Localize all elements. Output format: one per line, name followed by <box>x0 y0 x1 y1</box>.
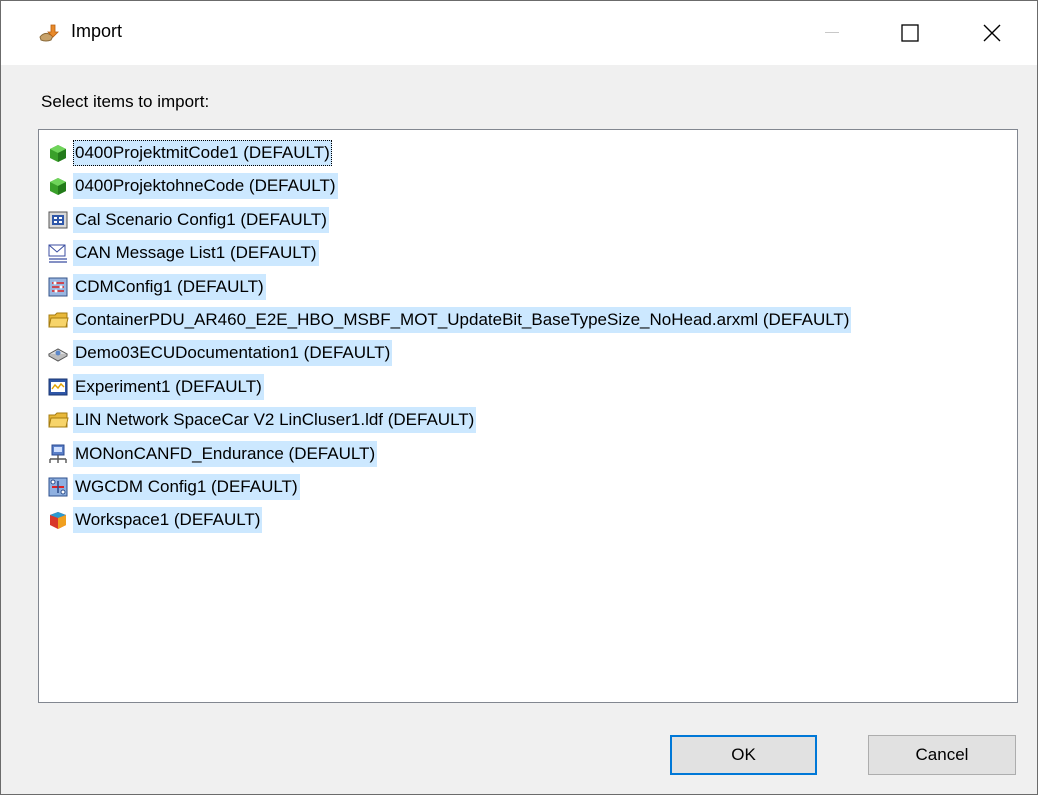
list-item[interactable]: LIN Network SpaceCar V2 LinCluser1.ldf (… <box>47 405 477 435</box>
list-item[interactable]: WGCDM Config1 (DEFAULT) <box>47 472 300 502</box>
maximize-button[interactable] <box>879 1 941 65</box>
import-icon <box>37 23 59 45</box>
project-icon <box>47 142 69 164</box>
list-item-label: LIN Network SpaceCar V2 LinCluser1.ldf (… <box>73 407 477 434</box>
import-items-list[interactable]: 0400ProjektmitCode1 (DEFAULT) 0400Projekt… <box>38 129 1018 703</box>
list-item-label: CDMConfig1 (DEFAULT) <box>73 273 266 300</box>
window-title: Import <box>71 21 123 41</box>
message-list-icon <box>47 242 69 264</box>
list-item[interactable]: Workspace1 (DEFAULT) <box>47 505 263 535</box>
network-icon <box>47 443 69 465</box>
list-item[interactable]: Experiment1 (DEFAULT) <box>47 372 264 402</box>
close-icon <box>983 24 1001 42</box>
maximize-icon <box>901 24 919 42</box>
list-item-label: 0400ProjektohneCode (DEFAULT) <box>73 173 338 200</box>
cal-scenario-icon <box>47 209 69 231</box>
list-item[interactable]: CAN Message List1 (DEFAULT) <box>47 238 319 268</box>
cdm-config-icon <box>47 276 69 298</box>
list-item-label: MONonCANFD_Endurance (DEFAULT) <box>73 440 378 467</box>
import-dialog: Import Select items to import: 0400Proje… <box>0 0 1038 795</box>
close-button[interactable] <box>961 1 1023 65</box>
folder-icon <box>47 309 69 331</box>
list-item-label: ContainerPDU_AR460_E2E_HBO_MSBF_MOT_Upda… <box>73 307 852 333</box>
list-item-label: Workspace1 (DEFAULT) <box>73 507 263 534</box>
list-item-label: WGCDM Config1 (DEFAULT) <box>73 474 300 500</box>
experiment-icon <box>47 376 69 398</box>
instruction-label: Select items to import: <box>41 92 210 111</box>
list-item[interactable]: 0400ProjektohneCode (DEFAULT) <box>47 171 338 201</box>
list-item[interactable]: Demo03ECUDocumentation1 (DEFAULT) <box>47 338 393 368</box>
wgcdm-icon <box>47 476 69 498</box>
list-item[interactable]: ContainerPDU_AR460_E2E_HBO_MSBF_MOT_Upda… <box>47 305 852 335</box>
list-item[interactable]: 0400ProjektmitCode1 (DEFAULT) <box>47 138 332 168</box>
title-bar[interactable]: Import <box>1 1 1037 65</box>
project-icon <box>47 175 69 197</box>
list-item-label: CAN Message List1 (DEFAULT) <box>73 240 319 267</box>
minimize-icon <box>825 32 839 34</box>
list-item[interactable]: MONonCANFD_Endurance (DEFAULT) <box>47 439 378 469</box>
list-item[interactable]: CDMConfig1 (DEFAULT) <box>47 272 266 302</box>
folder-icon <box>47 409 69 431</box>
list-item[interactable]: Cal Scenario Config1 (DEFAULT) <box>47 205 329 235</box>
ok-button[interactable]: OK <box>670 735 817 775</box>
list-item-label: 0400ProjektmitCode1 (DEFAULT) <box>73 140 332 166</box>
workspace-icon <box>47 509 69 531</box>
documentation-icon <box>47 342 69 364</box>
minimize-button[interactable] <box>801 1 863 65</box>
cancel-button[interactable]: Cancel <box>868 735 1016 775</box>
list-item-label: Cal Scenario Config1 (DEFAULT) <box>73 206 329 233</box>
list-item-label: Experiment1 (DEFAULT) <box>73 373 264 400</box>
list-item-label: Demo03ECUDocumentation1 (DEFAULT) <box>73 340 393 367</box>
